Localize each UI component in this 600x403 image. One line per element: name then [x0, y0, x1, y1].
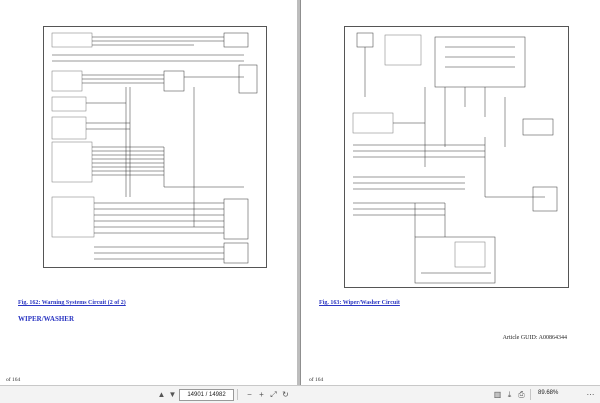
page-number-input[interactable]: 14901 / 14982: [179, 389, 234, 401]
wiper-washer-circuit-diagram: [344, 26, 569, 288]
download-icon[interactable]: ⤓: [504, 389, 515, 400]
page-down-icon[interactable]: ▼: [167, 389, 178, 400]
figure-caption-link[interactable]: Fig. 162: Warning Systems Circuit (2 of …: [18, 300, 126, 306]
more-icon[interactable]: ⋯: [585, 389, 596, 400]
left-scrollbar[interactable]: [297, 0, 300, 385]
article-guid: Article GUID: A00864344: [502, 335, 567, 341]
rotate-icon[interactable]: ↻: [280, 389, 291, 400]
section-heading: WIPER/WASHER: [18, 315, 75, 323]
toolbar-divider: [237, 389, 238, 400]
page-footer: of 164: [6, 377, 21, 383]
zoom-in-icon[interactable]: +: [256, 389, 267, 400]
pdf-viewer-toolbar: ▲ ▼ 14901 / 14982 − + ⤢ ↻ ▥ ⤓ ⎙ 89.68% ⋯: [0, 385, 600, 403]
fit-page-icon[interactable]: ⤢: [268, 389, 279, 400]
pdf-page-left: Fig. 162: Warning Systems Circuit (2 of …: [0, 0, 297, 385]
zoom-out-icon[interactable]: −: [244, 389, 255, 400]
figure-caption-link[interactable]: Fig. 163: Wiper/Washer Circuit: [319, 300, 400, 306]
page-footer: of 164: [309, 377, 324, 383]
two-page-icon[interactable]: ▥: [492, 389, 503, 400]
zoom-level[interactable]: 89.68%: [538, 390, 558, 396]
page-up-icon[interactable]: ▲: [156, 389, 167, 400]
toolbar-divider: [530, 389, 531, 400]
warning-systems-circuit-diagram: [43, 26, 267, 268]
print-icon[interactable]: ⎙: [516, 389, 527, 400]
pdf-page-right: Fig. 163: Wiper/Washer Circuit Article G…: [301, 0, 600, 385]
